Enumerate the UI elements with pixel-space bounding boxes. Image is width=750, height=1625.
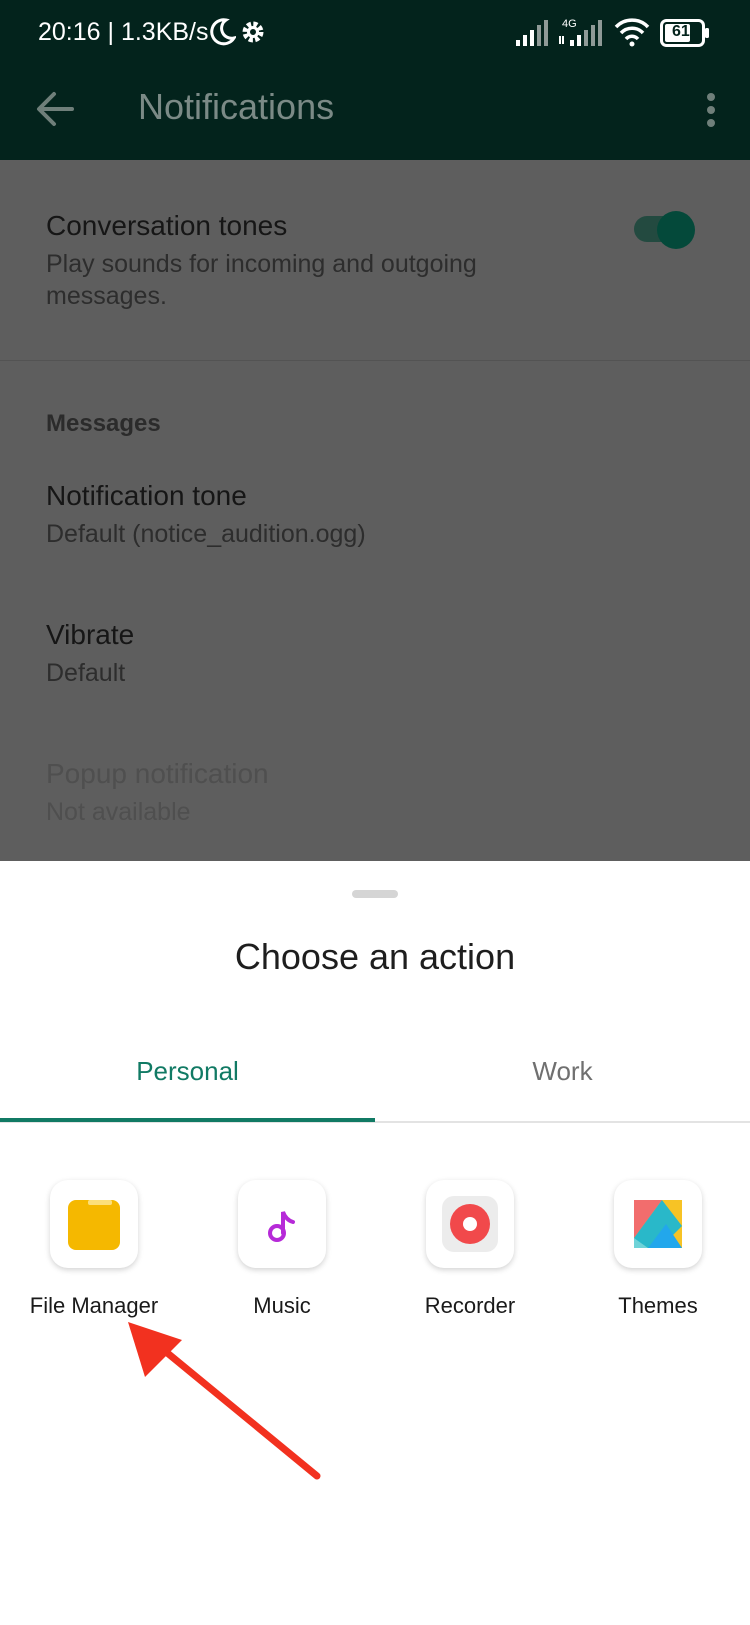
settings-gear-icon [242, 21, 264, 43]
themes-icon [634, 1200, 682, 1248]
music-note-icon [268, 1211, 295, 1242]
app-icon-tile [614, 1180, 702, 1268]
setting-title: Vibrate [46, 619, 135, 650]
app-icon-tile [238, 1180, 326, 1268]
setting-subtitle: Not available [46, 798, 191, 826]
setting-title: Notification tone [46, 480, 247, 511]
setting-title: Conversation tones [46, 210, 288, 241]
app-label: Music [253, 1293, 311, 1318]
annotation-arrow-icon [128, 1322, 321, 1480]
drag-handle[interactable] [352, 890, 398, 898]
tab-personal[interactable]: Personal [0, 1056, 375, 1087]
settings-list: Conversation tones Play sounds for incom… [0, 160, 750, 861]
folder-icon [68, 1200, 120, 1250]
signal-strength-4g-icon [559, 20, 602, 46]
app-label: Recorder [424, 1293, 516, 1318]
status-bar: 20:16 | 1.3KB/s 4G 61 [0, 0, 750, 66]
choose-action-sheet: Choose an action Personal Work File Mana… [0, 861, 750, 1625]
sheet-title: Choose an action [234, 936, 516, 977]
setting-title: Popup notification [46, 758, 269, 789]
back-arrow-icon[interactable] [34, 88, 76, 130]
app-icon-tile [50, 1180, 138, 1268]
record-icon [442, 1196, 498, 1252]
app-file-manager[interactable]: File Manager [0, 1180, 188, 1330]
app-themes[interactable]: Themes [564, 1180, 750, 1330]
signal-strength-icon [516, 20, 548, 46]
section-header-messages: Messages [46, 410, 161, 437]
app-recorder[interactable]: Recorder [376, 1180, 564, 1330]
setting-subtitle: Default (notice_audition.ogg) [46, 520, 366, 548]
toggle-thumb [657, 211, 695, 249]
tab-selected-indicator [0, 1118, 375, 1122]
setting-subtitle: Default [46, 659, 126, 687]
divider [0, 360, 750, 361]
overflow-menu-icon[interactable] [696, 90, 726, 130]
status-time: 20:16 | 1.3KB/s [38, 18, 209, 46]
do-not-disturb-moon-icon [210, 18, 236, 46]
app-music[interactable]: Music [188, 1180, 376, 1330]
setting-subtitle: Play sounds for incoming and outgoing me… [46, 250, 477, 310]
app-icon-tile [426, 1180, 514, 1268]
app-label: File Manager [29, 1293, 159, 1318]
app-label: Themes [618, 1293, 698, 1318]
page-title: Notifications [138, 86, 335, 127]
wifi-icon [614, 18, 650, 47]
battery-level: 61 [672, 23, 690, 40]
tab-work[interactable]: Work [375, 1056, 750, 1087]
app-bar: Notifications [0, 66, 750, 160]
